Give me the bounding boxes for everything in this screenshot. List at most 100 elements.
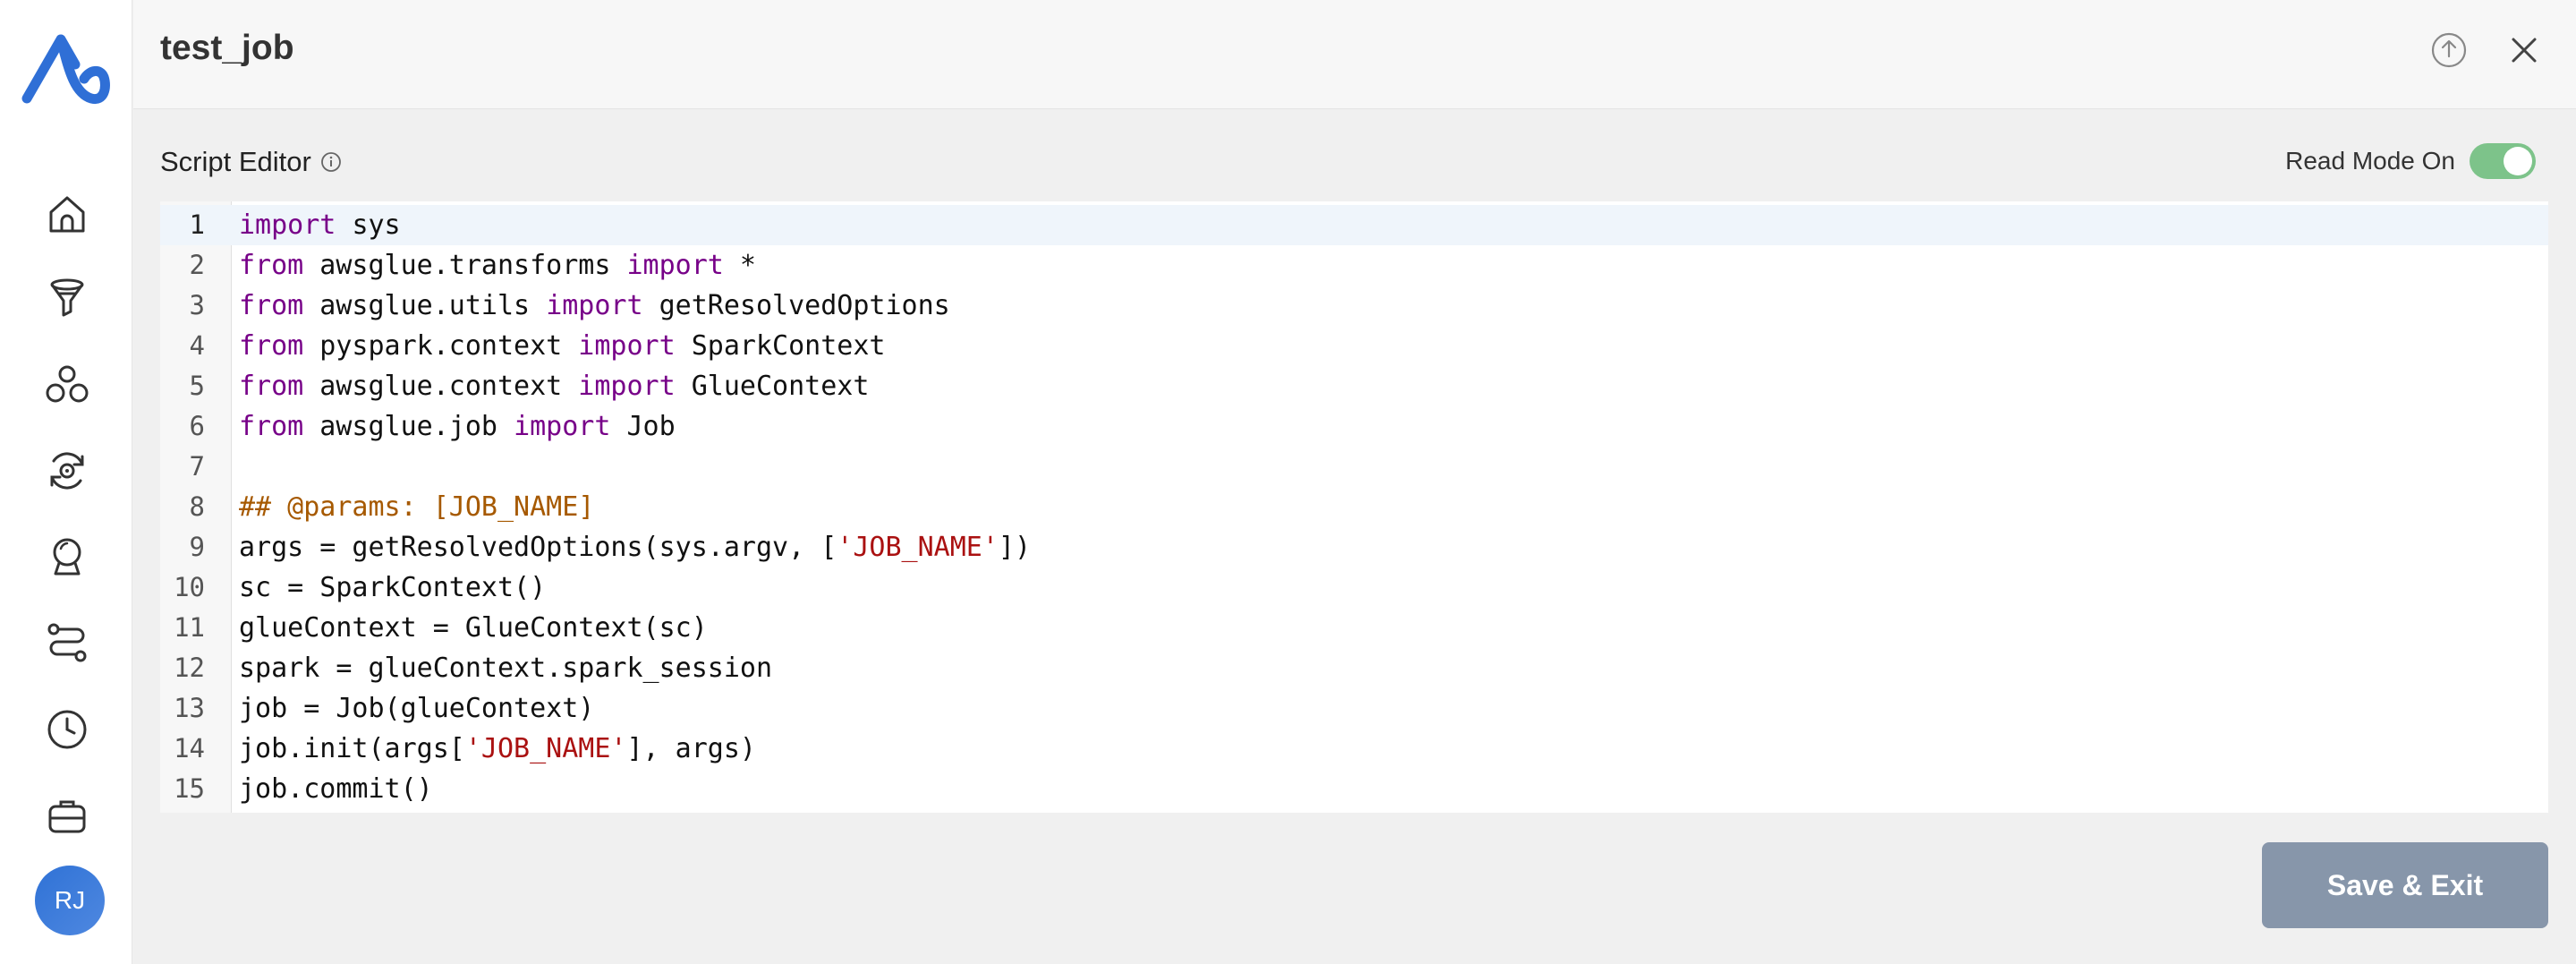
code-keyword: from [239,290,304,321]
sidebar-item-funnel[interactable] [43,274,91,322]
line-number: 13 [174,693,205,723]
code-token: args = getResolvedOptions(sys.argv, [ [239,532,837,563]
code-line[interactable]: 13 job = Job(glueContext) [160,688,2548,729]
code-token: Job [610,411,676,442]
line-number: 1 [189,209,205,240]
code-text: args = getResolvedOptions(sys.argv, ['JO… [239,527,1031,567]
code-token: ], args) [626,733,757,764]
code-line[interactable]: 8 ## @params: [JOB_NAME] [160,487,2548,527]
code-token: sys [352,209,401,241]
script-editor-heading: Script Editor [160,146,342,178]
sidebar-item-cluster[interactable] [43,361,91,409]
app-logo[interactable] [21,30,111,113]
sidebar-item-schedule[interactable] [43,705,91,754]
code-keyword: import [514,411,611,442]
line-number: 7 [189,451,205,482]
code-token: sc = SparkContext() [239,572,547,603]
code-text: from awsglue.context import GlueContext [239,366,869,406]
line-number: 15 [174,773,205,804]
sidebar-item-home[interactable] [43,190,91,238]
code-token: glueContext = GlueContext(sc) [239,612,708,644]
code-text: from pyspark.context import SparkContext [239,326,885,366]
code-text: from awsglue.utils import getResolvedOpt… [239,286,950,326]
code-token: awsglue.context [303,371,579,402]
line-number: 3 [189,290,205,320]
avatar-initials: RJ [54,886,86,914]
close-icon [2512,38,2537,63]
code-line[interactable]: 10 sc = SparkContext() [160,567,2548,608]
briefcase-icon [48,800,86,833]
code-line[interactable]: 6 from awsglue.job import Job [160,406,2548,447]
code-text: job.commit() [239,769,433,809]
code-keyword: import [626,250,724,281]
code-keyword: from [239,330,304,362]
code-token: awsglue.job [303,411,514,442]
code-text: from awsglue.job import Job [239,406,676,447]
settings-cycle-icon [50,452,84,490]
code-keyword: import [546,290,643,321]
code-text: job = Job(glueContext) [239,688,594,729]
code-string: 'JOB_NAME' [464,733,627,764]
logo-icon [21,34,110,105]
code-text: ## @params: [JOB_NAME] [239,487,594,527]
code-text: import sys [239,205,401,245]
sidebar: RJ [0,0,132,964]
funnel-icon [50,278,84,317]
export-button[interactable] [2426,27,2472,73]
sidebar-item-jobs[interactable] [43,791,91,840]
code-line[interactable]: 12 spark = glueContext.spark_session [160,648,2548,688]
code-text: sc = SparkContext() [239,567,546,608]
code-token: pyspark.context [303,330,579,362]
line-number: 2 [189,250,205,280]
code-line[interactable]: 14 job.init(args['JOB_NAME'], args) [160,729,2548,769]
code-token: job.init(args[ [239,733,465,764]
code-line[interactable]: 3 from awsglue.utils import getResolvedOp… [160,286,2548,326]
code-token: ]) [998,532,1032,563]
sidebar-item-crystal-ball[interactable] [43,533,91,581]
code-token: awsglue.transforms [303,250,627,281]
code-line[interactable]: 2 from awsglue.transforms import * [160,245,2548,286]
upload-icon [2431,32,2467,68]
code-line[interactable]: 5 from awsglue.context import GlueContext [160,366,2548,406]
cluster-icon [46,365,89,403]
close-button[interactable] [2501,27,2547,73]
code-text: job.init(args['JOB_NAME'], args) [239,729,756,769]
code-keyword: import [239,209,336,241]
code-comment: ## @params: [JOB_NAME] [239,491,595,523]
code-line[interactable]: 9 args = getResolvedOptions(sys.argv, ['J… [160,527,2548,567]
code-line[interactable]: 7 [160,447,2548,487]
code-line[interactable]: 4 from pyspark.context import SparkContex… [160,326,2548,366]
line-number: 12 [174,653,205,683]
save-exit-button[interactable]: Save & Exit [2262,842,2548,928]
code-line[interactable]: 11 glueContext = GlueContext(sc) [160,608,2548,648]
read-mode-label: Read Mode On [2285,147,2455,175]
line-number: 11 [174,612,205,643]
code-keyword: import [578,371,676,402]
code-token: * [723,250,756,281]
page-header: test_job [133,0,2576,109]
code-text: spark = glueContext.spark_session [239,648,772,688]
code-token: GlueContext [675,371,870,402]
line-number: 9 [189,532,205,562]
code-text: glueContext = GlueContext(sc) [239,608,708,648]
pipeline-icon [47,623,87,662]
code-editor[interactable]: 1 import sys 2 from awsglue.transforms impo… [160,201,2548,813]
line-number: 6 [189,411,205,441]
toggle-knob [2504,147,2532,175]
code-string: 'JOB_NAME' [837,532,999,563]
code-token: job.commit() [239,773,433,805]
code-line[interactable]: 15 job.commit() [160,769,2548,809]
line-number: 8 [189,491,205,522]
user-avatar[interactable]: RJ [35,866,105,935]
sidebar-item-settings-cycle[interactable] [43,447,91,495]
info-icon[interactable] [320,151,342,173]
crystal-ball-icon [53,538,81,576]
code-token: SparkContext [675,330,886,362]
code-token: job = Job(glueContext) [239,693,595,724]
sidebar-item-pipeline[interactable] [43,618,91,667]
clock-icon [47,710,87,749]
code-keyword: from [239,250,304,281]
code-line[interactable]: 1 import sys [160,205,2548,245]
script-editor-label: Script Editor [160,146,311,177]
read-mode-toggle[interactable] [2470,143,2536,179]
